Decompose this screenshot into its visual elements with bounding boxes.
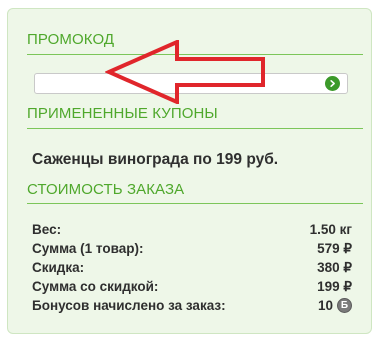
discounted-total-label: Сумма со скидкой: bbox=[32, 279, 159, 294]
bonus-value-wrap: 10 Б bbox=[318, 298, 352, 313]
coupons-divider bbox=[27, 128, 363, 129]
discount-value: 380 ₽ bbox=[317, 259, 352, 275]
discounted-total-value: 199 ₽ bbox=[317, 278, 352, 294]
promo-section-title: ПРОМОКОД bbox=[27, 31, 115, 48]
bonus-row: Бонусов начислено за заказ: 10 Б bbox=[32, 296, 352, 315]
bonus-label: Бонусов начислено за заказ: bbox=[32, 298, 226, 313]
promo-submit-button[interactable] bbox=[325, 76, 340, 91]
weight-row: Вес: 1.50 кг bbox=[32, 220, 352, 239]
subtotal-row: Сумма (1 товар): 579 ₽ bbox=[32, 239, 352, 258]
weight-label: Вес: bbox=[32, 222, 62, 237]
applied-coupon: Саженцы винограда по 199 руб. bbox=[32, 151, 279, 168]
weight-value: 1.50 кг bbox=[309, 222, 352, 237]
subtotal-label: Сумма (1 товар): bbox=[32, 241, 144, 256]
discount-label: Скидка: bbox=[32, 260, 85, 275]
order-cost-section-title: СТОИМОСТЬ ЗАКАЗА bbox=[27, 181, 185, 198]
bonus-value: 10 bbox=[317, 298, 333, 313]
chevron-right-icon bbox=[330, 79, 335, 88]
discount-row: Скидка: 380 ₽ bbox=[32, 258, 352, 277]
bonus-coin-icon: Б bbox=[337, 298, 352, 313]
coupons-section-title: ПРИМЕНЕННЫЕ КУПОНЫ bbox=[27, 105, 218, 122]
discounted-total-row: Сумма со скидкой: 199 ₽ bbox=[32, 277, 352, 296]
order-cost-rows: Вес: 1.50 кг Сумма (1 товар): 579 ₽ Скид… bbox=[32, 220, 352, 315]
subtotal-value: 579 ₽ bbox=[317, 240, 352, 256]
order-cost-divider bbox=[27, 203, 363, 204]
left-arrow-icon bbox=[105, 40, 265, 104]
